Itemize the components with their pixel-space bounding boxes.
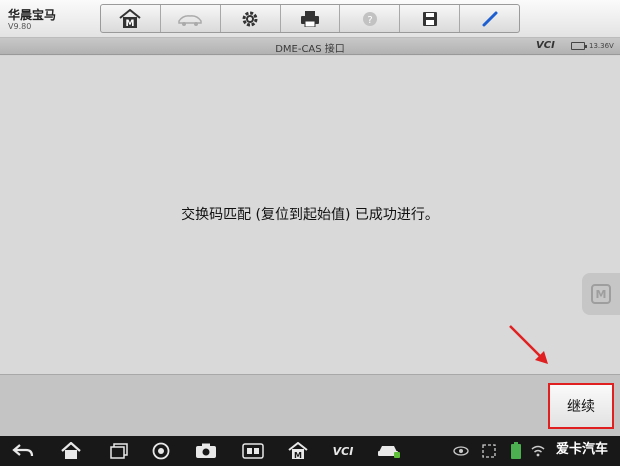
voltage-readout: 13.36V xyxy=(589,42,614,50)
back-button[interactable] xyxy=(10,440,36,462)
recent-apps-icon xyxy=(110,443,128,459)
vehicle-nav-button[interactable] xyxy=(376,440,402,462)
help-button[interactable]: ? xyxy=(340,5,401,32)
system-nav-bar: M VCI xyxy=(0,436,620,466)
action-bar xyxy=(0,374,620,436)
back-icon xyxy=(12,444,34,457)
vehicle-swap-icon xyxy=(178,14,203,26)
browser-icon xyxy=(152,442,170,460)
camera-button[interactable] xyxy=(193,440,219,462)
vci-status-badge: VCI xyxy=(536,40,555,51)
save-button[interactable] xyxy=(400,5,461,32)
m-home-icon: M xyxy=(288,442,308,460)
continue-button[interactable]: 继续 xyxy=(548,383,614,429)
side-menu-button[interactable]: M xyxy=(582,273,620,315)
print-icon xyxy=(301,10,319,27)
svg-text:M: M xyxy=(294,451,302,460)
battery-icon xyxy=(571,42,587,50)
result-message: 交换码匹配 (复位到起始值) 已成功进行。 xyxy=(181,207,439,223)
svg-text:M: M xyxy=(126,19,135,29)
home-icon: M xyxy=(119,8,142,29)
toolbar: M ? xyxy=(100,4,520,33)
diagnostics-home-button[interactable]: M xyxy=(286,440,310,462)
page-title: DME-CAS 接口 xyxy=(275,44,345,55)
vci-nav-button[interactable]: VCI xyxy=(326,440,360,462)
home-nav-icon xyxy=(61,442,81,459)
browser-button[interactable] xyxy=(148,440,174,462)
wifi-icon xyxy=(530,440,546,462)
camera-icon xyxy=(196,443,216,458)
home-button[interactable]: M xyxy=(101,5,161,32)
vehicle-swap-button[interactable] xyxy=(161,5,221,32)
annotation-arrow-icon xyxy=(509,325,548,364)
subtitle-bar: DME-CAS 接口 VCI 13.36V xyxy=(0,38,620,55)
screenshot-icon xyxy=(242,443,264,459)
screenshot-button[interactable] xyxy=(240,440,266,462)
car-icon xyxy=(378,446,400,458)
m-logo-icon: M xyxy=(591,284,611,304)
recent-apps-button[interactable] xyxy=(106,440,132,462)
save-icon xyxy=(422,11,437,26)
app-title: 华晨宝马 xyxy=(8,8,57,22)
pen-button[interactable] xyxy=(460,5,519,32)
app-version: V9.80 xyxy=(8,22,32,31)
home-nav-button[interactable] xyxy=(58,440,84,462)
pen-icon xyxy=(482,11,498,26)
screen-capture-icon xyxy=(480,440,498,462)
watermark-text: 爱卡汽车 xyxy=(556,442,609,457)
battery-charging-icon xyxy=(508,440,524,462)
settings-icon xyxy=(242,11,258,26)
svg-text:?: ? xyxy=(367,15,372,26)
visibility-icon xyxy=(452,440,470,462)
print-button[interactable] xyxy=(281,5,341,32)
help-icon: ? xyxy=(362,11,377,26)
top-header: 华晨宝马 V9.80 M ? xyxy=(0,0,620,38)
settings-button[interactable] xyxy=(221,5,281,32)
